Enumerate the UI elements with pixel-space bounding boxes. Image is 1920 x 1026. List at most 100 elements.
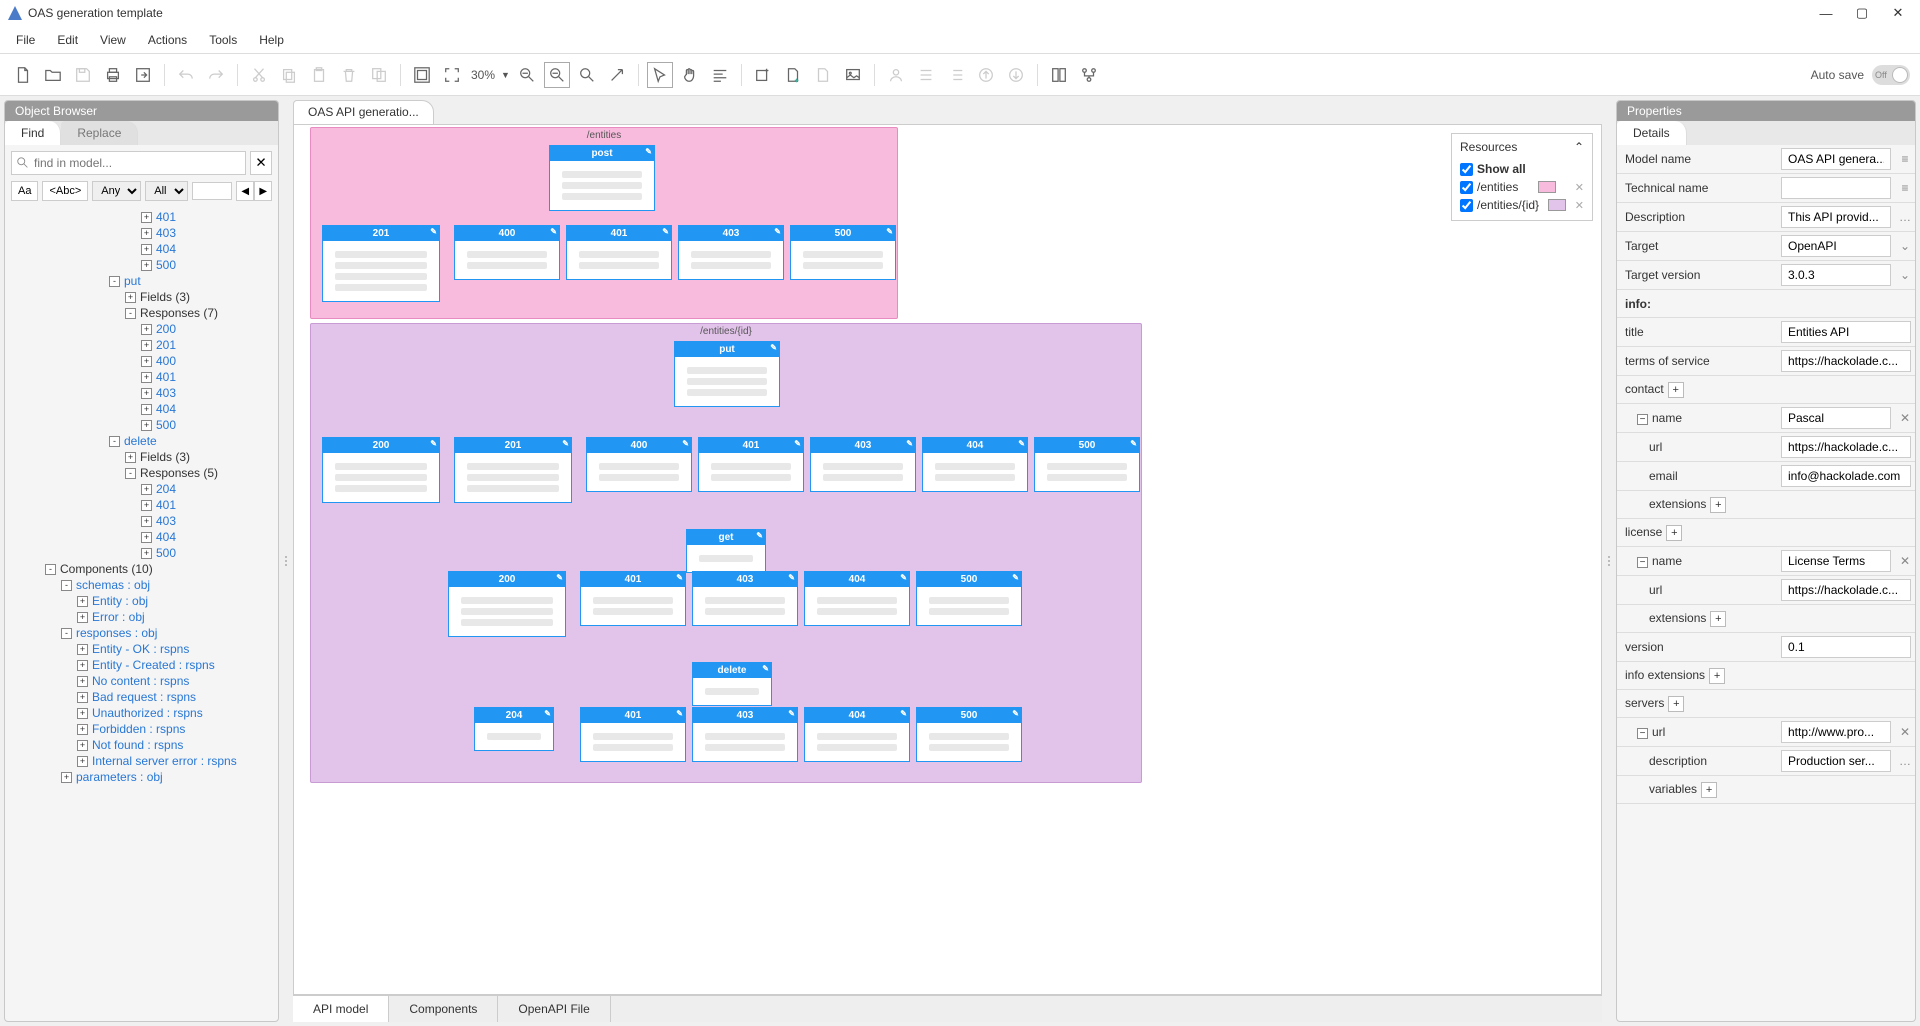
tree-node[interactable]: +404 xyxy=(9,241,274,257)
tree-node[interactable]: +403 xyxy=(9,513,274,529)
splitter-left[interactable] xyxy=(281,96,291,1026)
entity-404-b[interactable]: 404✎ xyxy=(922,437,1028,492)
tree-expand-icon[interactable]: + xyxy=(125,452,136,463)
duplicate-icon[interactable] xyxy=(366,62,392,88)
entities-checkbox[interactable] xyxy=(1460,181,1473,194)
license-url-input[interactable] xyxy=(1781,579,1911,601)
tree-node[interactable]: +Entity : obj xyxy=(9,593,274,609)
tree-node[interactable]: -Responses (7) xyxy=(9,305,274,321)
collapse-server-url[interactable]: − xyxy=(1637,728,1648,739)
tree-node[interactable]: +400 xyxy=(9,353,274,369)
tree-node[interactable]: +404 xyxy=(9,529,274,545)
tree-node[interactable]: -Responses (5) xyxy=(9,465,274,481)
tree-expand-icon[interactable]: - xyxy=(61,580,72,591)
tree-node[interactable]: +Unauthorized : rspns xyxy=(9,705,274,721)
collapse-contact-name[interactable]: − xyxy=(1637,414,1648,425)
entity-delete[interactable]: delete✎ xyxy=(692,662,772,706)
tree-label[interactable]: Responses (7) xyxy=(140,306,218,320)
tree-expand-icon[interactable]: + xyxy=(77,644,88,655)
tree-expand-icon[interactable]: + xyxy=(141,516,152,527)
new-file-icon[interactable] xyxy=(10,62,36,88)
add-license-button[interactable]: + xyxy=(1666,525,1682,541)
tree-expand-icon[interactable]: + xyxy=(141,340,152,351)
tree-expand-icon[interactable]: + xyxy=(77,740,88,751)
tos-input[interactable] xyxy=(1781,350,1911,372)
remove-server-url[interactable]: ✕ xyxy=(1895,725,1915,739)
entity-404-d[interactable]: 404✎ xyxy=(804,707,910,762)
bottom-tab-api-model[interactable]: API model xyxy=(293,996,389,1022)
tree-node[interactable]: +Fields (3) xyxy=(9,289,274,305)
tree-label[interactable]: Error : obj xyxy=(92,610,145,624)
tree-node[interactable]: +Fields (3) xyxy=(9,449,274,465)
search-input[interactable] xyxy=(11,151,246,175)
autosave-toggle[interactable]: Off xyxy=(1872,65,1910,85)
server-desc-action[interactable]: … xyxy=(1895,754,1915,768)
tree-label[interactable]: 404 xyxy=(156,402,176,416)
entity-200-b[interactable]: 200✎ xyxy=(322,437,440,503)
tree-node[interactable]: +500 xyxy=(9,545,274,561)
technical-name-action[interactable]: ≡ xyxy=(1895,181,1915,195)
hand-icon[interactable] xyxy=(677,62,703,88)
tree-label[interactable]: Responses (5) xyxy=(140,466,218,480)
move-down-icon[interactable] xyxy=(1003,62,1029,88)
tree-label[interactable]: Fields (3) xyxy=(140,290,190,304)
tree-node[interactable]: +No content : rspns xyxy=(9,673,274,689)
tree-expand-icon[interactable]: + xyxy=(141,244,152,255)
close-button[interactable]: ✕ xyxy=(1884,3,1912,23)
align-icon[interactable] xyxy=(707,62,733,88)
tree-expand-icon[interactable]: + xyxy=(77,612,88,623)
tree-node[interactable]: +parameters : obj xyxy=(9,769,274,785)
tree-node[interactable]: +204 xyxy=(9,481,274,497)
tree-node[interactable]: +201 xyxy=(9,337,274,353)
entity-200-c[interactable]: 200✎ xyxy=(448,571,566,637)
entity-201[interactable]: 201✎ xyxy=(322,225,440,302)
target-version-input[interactable] xyxy=(1781,264,1891,286)
entity-400[interactable]: 400✎ xyxy=(454,225,560,280)
numbered-list-icon[interactable] xyxy=(943,62,969,88)
add-license-ext-button[interactable]: + xyxy=(1710,611,1726,627)
tree-expand-icon[interactable]: - xyxy=(109,436,120,447)
tree-label[interactable]: No content : rspns xyxy=(92,674,189,688)
filter-any[interactable]: Any xyxy=(92,181,141,201)
tree-node[interactable]: +Forbidden : rspns xyxy=(9,721,274,737)
tree-expand-icon[interactable]: + xyxy=(141,404,152,415)
add-view-icon[interactable] xyxy=(810,62,836,88)
tree-node[interactable]: +401 xyxy=(9,497,274,513)
tree-node[interactable]: -schemas : obj xyxy=(9,577,274,593)
tree-label[interactable]: Entity - OK : rspns xyxy=(92,642,189,656)
contact-email-input[interactable] xyxy=(1781,465,1911,487)
collapse-license-name[interactable]: − xyxy=(1637,557,1648,568)
open-folder-icon[interactable] xyxy=(40,62,66,88)
model-name-action[interactable]: ≡ xyxy=(1895,152,1915,166)
entity-500-b[interactable]: 500✎ xyxy=(1034,437,1140,492)
entity-500-d[interactable]: 500✎ xyxy=(916,707,1022,762)
tree-node[interactable]: +200 xyxy=(9,321,274,337)
entity-401-c[interactable]: 401✎ xyxy=(580,571,686,626)
add-entity-icon[interactable] xyxy=(780,62,806,88)
tree-expand-icon[interactable]: - xyxy=(45,564,56,575)
description-action[interactable]: … xyxy=(1895,210,1915,224)
undo-icon[interactable] xyxy=(173,62,199,88)
tree-node[interactable]: -put xyxy=(9,273,274,289)
server-url-input[interactable] xyxy=(1781,721,1891,743)
entity-get[interactable]: get✎ xyxy=(686,529,766,573)
tree-label[interactable]: 200 xyxy=(156,322,176,336)
tree-expand-icon[interactable]: + xyxy=(141,484,152,495)
chevron-up-icon[interactable]: ⌃ xyxy=(1574,140,1584,154)
tree-expand-icon[interactable]: + xyxy=(141,548,152,559)
entity-500-c[interactable]: 500✎ xyxy=(916,571,1022,626)
tree-label[interactable]: Entity - Created : rspns xyxy=(92,658,215,672)
entity-204-d[interactable]: 204✎ xyxy=(474,707,554,751)
tree-expand-icon[interactable]: + xyxy=(77,596,88,607)
add-server-button[interactable]: + xyxy=(1668,696,1684,712)
tree-label[interactable]: responses : obj xyxy=(76,626,157,640)
entity-400-b[interactable]: 400✎ xyxy=(586,437,692,492)
tree-expand-icon[interactable]: + xyxy=(141,356,152,367)
filter-text[interactable] xyxy=(192,182,232,200)
tree-expand-icon[interactable]: - xyxy=(125,308,136,319)
bottom-tab-components[interactable]: Components xyxy=(389,996,498,1022)
tree-label[interactable]: 403 xyxy=(156,226,176,240)
entity-500-a[interactable]: 500✎ xyxy=(790,225,896,280)
tree-expand-icon[interactable]: + xyxy=(141,420,152,431)
tree-label[interactable]: parameters : obj xyxy=(76,770,163,784)
